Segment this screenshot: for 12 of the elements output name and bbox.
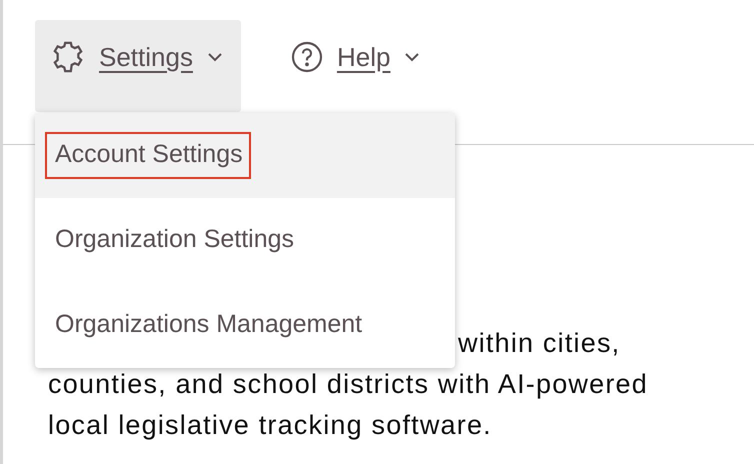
chevron-down-icon [206, 52, 223, 62]
description-line: within cities, [458, 327, 620, 360]
help-icon [290, 41, 323, 73]
settings-menu-button[interactable]: Settings [35, 20, 241, 112]
chevron-down-icon [404, 52, 420, 62]
description-line: local legislative tracking software. [48, 409, 492, 442]
menu-item[interactable]: Organizations Management [35, 283, 455, 368]
help-menu-button[interactable]: Help [274, 20, 438, 112]
menu-item[interactable]: Organization Settings [35, 198, 455, 283]
menu-item[interactable]: Account Settings [35, 113, 455, 198]
description-line: counties, and school districts with AI-powered [48, 368, 648, 401]
gear-icon [51, 40, 85, 74]
